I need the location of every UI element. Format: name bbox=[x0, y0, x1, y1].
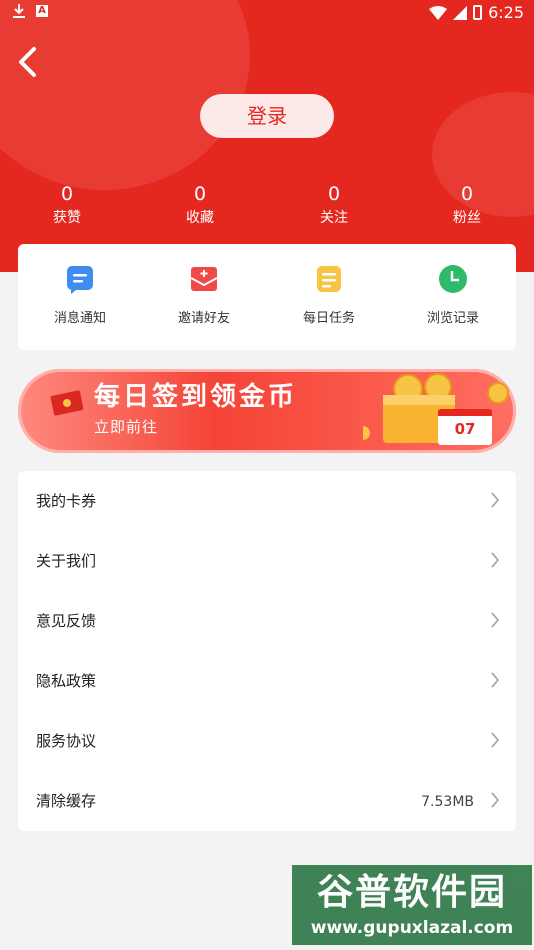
battery-icon bbox=[473, 5, 483, 20]
stat-value: 0 bbox=[193, 183, 207, 205]
wifi-icon bbox=[429, 5, 448, 20]
stat-label: 关注 bbox=[320, 210, 348, 226]
watermark-name: 谷普软件园 bbox=[316, 872, 507, 913]
chevron-right-icon bbox=[491, 792, 500, 808]
quick-action-messages[interactable]: 消息通知 bbox=[18, 264, 142, 328]
clock-icon bbox=[439, 265, 467, 293]
menu-item-label: 关于我们 bbox=[36, 552, 97, 570]
quick-action-label: 邀请好友 bbox=[177, 311, 230, 326]
stat-value: 0 bbox=[460, 183, 474, 205]
menu-item-label: 我的卡券 bbox=[36, 492, 97, 510]
chevron-left-icon bbox=[19, 47, 36, 77]
quick-action-invite[interactable]: 邀请好友 bbox=[142, 264, 266, 328]
site-watermark: 谷普软件园 www.gupuxlazal.com bbox=[292, 865, 532, 945]
stat-likes[interactable]: 0 获赞 bbox=[27, 182, 107, 228]
a-notification-icon: A bbox=[36, 5, 48, 17]
daily-checkin-banner[interactable]: 每日签到领金币 立即前往 07 bbox=[18, 369, 516, 453]
stat-value: 0 bbox=[60, 183, 74, 205]
menu-item-coupons[interactable]: 我的卡券 bbox=[18, 471, 516, 531]
stat-following[interactable]: 0 关注 bbox=[294, 182, 374, 228]
chevron-right-icon bbox=[491, 612, 500, 628]
stat-label: 收藏 bbox=[186, 210, 214, 226]
quick-action-label: 消息通知 bbox=[53, 311, 106, 326]
watermark-url: www.gupuxlazal.com bbox=[310, 918, 514, 938]
menu-list: 我的卡券 关于我们 意见反馈 隐私政策 服务协议 清除缓存 7.53MB bbox=[18, 471, 516, 831]
menu-item-privacy-policy[interactable]: 隐私政策 bbox=[18, 651, 516, 711]
status-bar: A 6:25 bbox=[0, 0, 534, 28]
chevron-right-icon bbox=[491, 732, 500, 748]
calendar-icon: 07 bbox=[438, 409, 492, 445]
stat-fans[interactable]: 0 粉丝 bbox=[427, 182, 507, 228]
quick-action-label: 每日任务 bbox=[302, 311, 355, 326]
banner-subtitle: 立即前往 bbox=[94, 418, 159, 436]
menu-item-about-us[interactable]: 关于我们 bbox=[18, 531, 516, 591]
quick-action-label: 浏览记录 bbox=[426, 311, 479, 326]
message-icon bbox=[67, 266, 93, 294]
task-note-icon bbox=[317, 266, 341, 292]
back-button[interactable] bbox=[14, 44, 44, 80]
status-time: 6:25 bbox=[488, 3, 524, 22]
chevron-right-icon bbox=[491, 492, 500, 508]
menu-item-label: 意见反馈 bbox=[36, 612, 97, 630]
cache-size-value: 7.53MB bbox=[421, 794, 474, 810]
menu-item-label: 服务协议 bbox=[36, 732, 97, 750]
chevron-right-icon bbox=[491, 672, 500, 688]
stat-value: 0 bbox=[327, 183, 341, 205]
menu-item-feedback[interactable]: 意见反馈 bbox=[18, 591, 516, 651]
red-envelope-icon bbox=[50, 390, 84, 416]
chevron-right-icon bbox=[491, 552, 500, 568]
signal-icon bbox=[453, 5, 468, 20]
menu-item-label: 清除缓存 bbox=[36, 792, 97, 810]
invite-envelope-icon bbox=[190, 267, 218, 291]
stat-label: 粉丝 bbox=[453, 210, 481, 226]
stat-label: 获赞 bbox=[53, 210, 81, 226]
quick-action-daily-tasks[interactable]: 每日任务 bbox=[267, 264, 391, 328]
quick-action-history[interactable]: 浏览记录 bbox=[391, 264, 515, 328]
menu-item-service-agreement[interactable]: 服务协议 bbox=[18, 711, 516, 771]
download-icon bbox=[13, 4, 25, 18]
menu-item-clear-cache[interactable]: 清除缓存 7.53MB bbox=[18, 771, 516, 831]
login-button[interactable]: 登录 bbox=[200, 94, 334, 138]
quick-actions-card: 消息通知 邀请好友 每日任务 浏览记录 bbox=[18, 244, 516, 350]
profile-header: A 6:25 登录 0 获赞 0 收藏 0 关注 0 粉丝 bbox=[0, 0, 534, 272]
banner-title: 每日签到领金币 bbox=[94, 382, 298, 412]
menu-item-label: 隐私政策 bbox=[36, 672, 97, 690]
stat-favorites[interactable]: 0 收藏 bbox=[160, 182, 240, 228]
